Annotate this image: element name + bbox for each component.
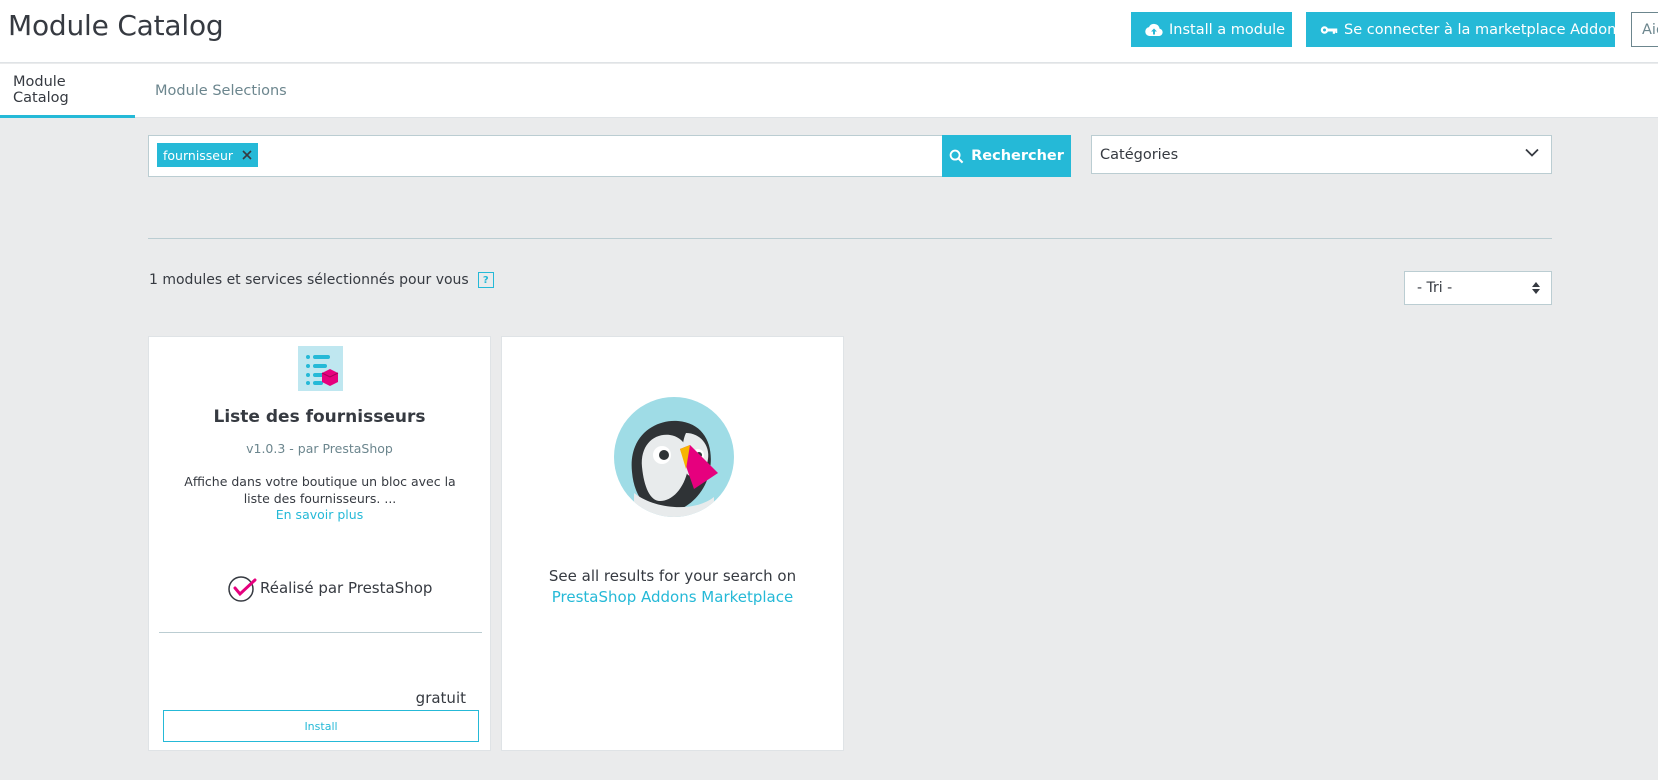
install-module-label: Install a module <box>1169 21 1286 38</box>
categories-selected: Catégories <box>1100 146 1179 163</box>
addons-connect-label: Se connecter à la marketplace Addons <box>1344 21 1624 38</box>
search-tag: fournisseur <box>157 143 259 167</box>
search-button[interactable]: Rechercher <box>942 135 1071 177</box>
search-tag-label: fournisseur <box>163 147 234 163</box>
install-module-button[interactable]: Install a module <box>1131 12 1292 47</box>
sort-selected: - Tri - <box>1417 280 1453 296</box>
results-count: 1 modules et services sélectionnés pour … <box>149 272 494 288</box>
search-icon <box>949 149 964 164</box>
sort-select[interactable]: - Tri - <box>1404 271 1552 305</box>
tab-module-selections[interactable]: Module Selections <box>142 64 300 118</box>
addons-card: See all results for your search on Prest… <box>501 336 844 751</box>
check-badge-icon <box>227 573 257 603</box>
results-count-label: 1 modules et services sélectionnés pour … <box>149 272 469 288</box>
categories-select[interactable]: Catégories <box>1091 135 1552 174</box>
search-input[interactable]: fournisseur <box>148 135 943 177</box>
addons-marketplace-link[interactable]: PrestaShop Addons Marketplace <box>502 588 843 606</box>
install-button[interactable]: Install <box>163 710 479 742</box>
help-button[interactable]: Aide <box>1631 12 1658 47</box>
close-icon[interactable] <box>242 150 252 160</box>
module-list-icon <box>298 346 343 391</box>
module-more-link[interactable]: En savoir plus <box>149 507 490 522</box>
prestashop-puffin-logo <box>614 397 734 517</box>
tab-bar: Module Catalog Module Selections <box>0 64 1658 118</box>
help-icon[interactable]: ? <box>477 272 494 288</box>
sort-arrows-icon <box>1532 281 1540 295</box>
addons-search-text: See all results for your search on <box>548 567 797 585</box>
search-button-label: Rechercher <box>971 148 1064 164</box>
module-price: gratuit <box>415 689 466 707</box>
tab-module-catalog[interactable]: Module Catalog <box>0 64 135 118</box>
divider <box>148 238 1552 239</box>
module-version: v1.0.3 - par PrestaShop <box>246 441 393 456</box>
card-divider <box>159 632 482 633</box>
key-icon <box>1320 24 1338 36</box>
chevron-down-icon <box>1525 148 1539 157</box>
module-card: Liste des fournisseurs v1.0.3 - par Pres… <box>148 336 491 751</box>
made-by-badge: Réalisé par PrestaShop <box>227 573 432 603</box>
help-label: Aide <box>1642 21 1658 38</box>
cloud-upload-icon <box>1145 23 1163 37</box>
page-header: Module Catalog Install a module Se conne… <box>0 0 1658 63</box>
page-title: Module Catalog <box>8 9 224 42</box>
module-description: Affiche dans votre boutique un bloc avec… <box>184 474 456 506</box>
made-by-label: Réalisé par PrestaShop <box>260 579 433 597</box>
addons-connect-button[interactable]: Se connecter à la marketplace Addons <box>1306 12 1624 47</box>
module-title: Liste des fournisseurs <box>213 407 426 427</box>
